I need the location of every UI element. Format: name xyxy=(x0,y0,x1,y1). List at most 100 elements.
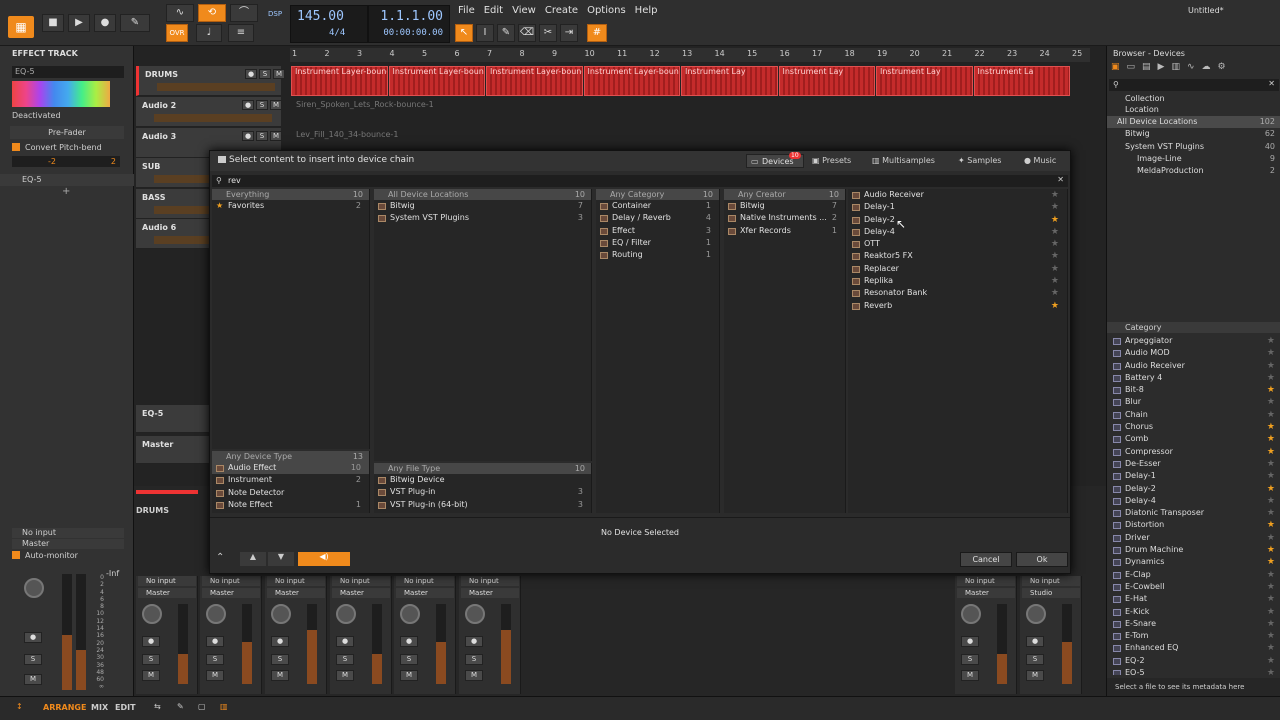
devices-tab-icon[interactable]: ▣ xyxy=(1111,62,1127,72)
strip-mute-button[interactable]: M xyxy=(271,670,289,681)
favorite-star-icon[interactable]: ★ xyxy=(1267,606,1275,618)
track-record-button[interactable]: ● xyxy=(245,69,257,79)
output-select[interactable]: Master xyxy=(12,539,124,549)
category-item[interactable]: Diatonic Transposer ★ xyxy=(1107,507,1280,519)
device-chain-item[interactable]: EQ-5 xyxy=(0,174,134,186)
tab-music[interactable]: ● Music xyxy=(1024,156,1056,165)
tab-presets[interactable]: ▣ Presets xyxy=(812,156,851,165)
strip-record-button[interactable]: ● xyxy=(271,636,289,647)
result-item[interactable]: Delay-2 ★ xyxy=(848,214,1067,226)
category-item[interactable]: Chorus ★ xyxy=(1107,421,1280,433)
filter-item[interactable]: Effect 3 xyxy=(596,225,719,237)
audition-button[interactable]: ◀) xyxy=(298,552,350,566)
favorite-star-icon[interactable]: ★ xyxy=(1267,544,1275,556)
favorite-star-icon[interactable]: ★ xyxy=(1267,618,1275,630)
filter-item[interactable]: VST Plug-in 3 xyxy=(374,486,591,498)
time-tool-icon[interactable]: I xyxy=(476,24,494,42)
record-button[interactable]: ● xyxy=(94,14,116,32)
favorite-star-icon[interactable]: ★ xyxy=(1051,226,1059,238)
favorite-star-icon[interactable]: ★ xyxy=(1267,667,1275,675)
pan-knob[interactable] xyxy=(24,578,44,598)
strip-record-button[interactable]: ● xyxy=(1026,636,1044,647)
track-volume[interactable] xyxy=(154,114,272,122)
category-item[interactable]: E-Hat ★ xyxy=(1107,593,1280,605)
pitchbend-range[interactable]: -2 2 xyxy=(12,156,120,167)
filter-item[interactable]: Routing 1 xyxy=(596,249,719,261)
play-tab-icon[interactable]: ▶ xyxy=(1158,62,1172,72)
result-item[interactable]: Reaktor5 FX ★ xyxy=(848,250,1067,262)
strip-solo-button[interactable]: S xyxy=(400,654,418,665)
menu-create[interactable]: Create xyxy=(545,5,578,16)
play-button[interactable]: ▶ xyxy=(68,14,90,32)
presets-tab-icon[interactable]: ▭ xyxy=(1127,62,1143,72)
strip-record-button[interactable]: ● xyxy=(465,636,483,647)
location-item[interactable]: All Device Locations 102 xyxy=(1107,116,1280,129)
category-item[interactable]: E-Clap ★ xyxy=(1107,569,1280,581)
category-item[interactable]: Audio Receiver ★ xyxy=(1107,360,1280,372)
notification-icon[interactable]: ↕ xyxy=(16,702,23,711)
favorite-star-icon[interactable]: ★ xyxy=(1267,335,1275,347)
category-item[interactable]: Chain ★ xyxy=(1107,409,1280,421)
inspector-mute-button[interactable]: M xyxy=(24,674,42,685)
track-solo-button[interactable]: S xyxy=(256,100,268,110)
result-item[interactable]: Delay-4 ★ xyxy=(848,226,1067,238)
clip-lev-fill[interactable]: Lev_Fill_140_34-bounce-1 xyxy=(296,130,398,139)
favorite-star-icon[interactable]: ★ xyxy=(1267,642,1275,654)
strip-solo-button[interactable]: S xyxy=(271,654,289,665)
category-item[interactable]: E-Cowbell ★ xyxy=(1107,581,1280,593)
column-header[interactable]: Any Category 10 xyxy=(596,189,719,200)
strip-record-button[interactable]: ● xyxy=(336,636,354,647)
strip-solo-button[interactable]: S xyxy=(1026,654,1044,665)
category-item[interactable]: Driver ★ xyxy=(1107,532,1280,544)
overdub-button[interactable]: OVR xyxy=(166,24,188,42)
category-item[interactable]: EQ-2 ★ xyxy=(1107,655,1280,667)
follow-icon[interactable]: ≡ xyxy=(228,24,254,42)
audio-clip[interactable]: Instrument Lay xyxy=(876,66,973,96)
gear-icon[interactable]: ⚙ xyxy=(1218,62,1233,72)
window-icon[interactable]: ▢ xyxy=(198,702,206,711)
snap-tool-icon[interactable]: ⇥ xyxy=(560,24,578,42)
prefader-button[interactable]: Pre-Fader xyxy=(10,126,124,139)
wave-tab-icon[interactable]: ∿ xyxy=(1187,62,1202,72)
strip-input-select[interactable]: No input xyxy=(396,576,454,586)
filter-item[interactable]: Delay / Reverb 4 xyxy=(596,212,719,224)
filter-item[interactable]: System VST Plugins 3 xyxy=(374,212,591,224)
favorite-star-icon[interactable]: ★ xyxy=(1267,593,1275,605)
audio-clip[interactable]: Instrument La xyxy=(973,66,1070,96)
track-record-button[interactable]: ● xyxy=(242,131,254,141)
cloud-tab-icon[interactable]: ☁ xyxy=(1202,62,1218,72)
favorite-star-icon[interactable]: ★ xyxy=(1051,201,1059,213)
track-mute-button[interactable]: M xyxy=(270,100,282,110)
result-item[interactable]: OTT ★ xyxy=(848,238,1067,250)
stop-button[interactable]: ■ xyxy=(42,14,64,32)
favorite-star-icon[interactable]: ★ xyxy=(1267,519,1275,531)
clip-siren[interactable]: Siren_Spoken_Lets_Rock-bounce-1 xyxy=(296,100,434,109)
clear-search-icon[interactable]: ✕ xyxy=(1057,175,1064,184)
strip-solo-button[interactable]: S xyxy=(142,654,160,665)
strip-mute-button[interactable]: M xyxy=(1026,670,1044,681)
arrange-tab[interactable]: ARRANGE xyxy=(43,703,86,712)
favorite-star-icon[interactable]: ★ xyxy=(1051,189,1059,201)
favorite-star-icon[interactable]: ★ xyxy=(1051,275,1059,287)
result-item[interactable]: Delay-1 ★ xyxy=(848,201,1067,213)
search-input[interactable]: rev xyxy=(228,176,241,185)
filter-item[interactable]: Container 1 xyxy=(596,200,719,212)
location-header[interactable]: Location xyxy=(1125,105,1159,114)
favorite-star-icon[interactable]: ★ xyxy=(1267,507,1275,519)
strip-input-select[interactable]: No input xyxy=(267,576,325,586)
strip-mute-button[interactable]: M xyxy=(206,670,224,681)
strip-pan-knob[interactable] xyxy=(1026,604,1046,624)
punch-button[interactable]: ⌒ xyxy=(230,4,258,22)
favorite-star-icon[interactable]: ★ xyxy=(1267,495,1275,507)
favorite-star-icon[interactable]: ★ xyxy=(1267,655,1275,667)
result-item[interactable]: Audio Receiver ★ xyxy=(848,189,1067,201)
location-item[interactable]: System VST Plugins 40 xyxy=(1107,141,1280,153)
category-item[interactable]: Delay-1 ★ xyxy=(1107,470,1280,482)
audio-clip[interactable]: Instrument Lay xyxy=(681,66,778,96)
favorite-star-icon[interactable]: ★ xyxy=(1051,300,1059,312)
track-solo-button[interactable]: S xyxy=(259,69,271,79)
strip-pan-knob[interactable] xyxy=(961,604,981,624)
strip-mute-button[interactable]: M xyxy=(400,670,418,681)
filter-item[interactable]: ★ Favorites 2 xyxy=(212,200,369,212)
column-header[interactable]: Everything 10 xyxy=(212,189,369,200)
